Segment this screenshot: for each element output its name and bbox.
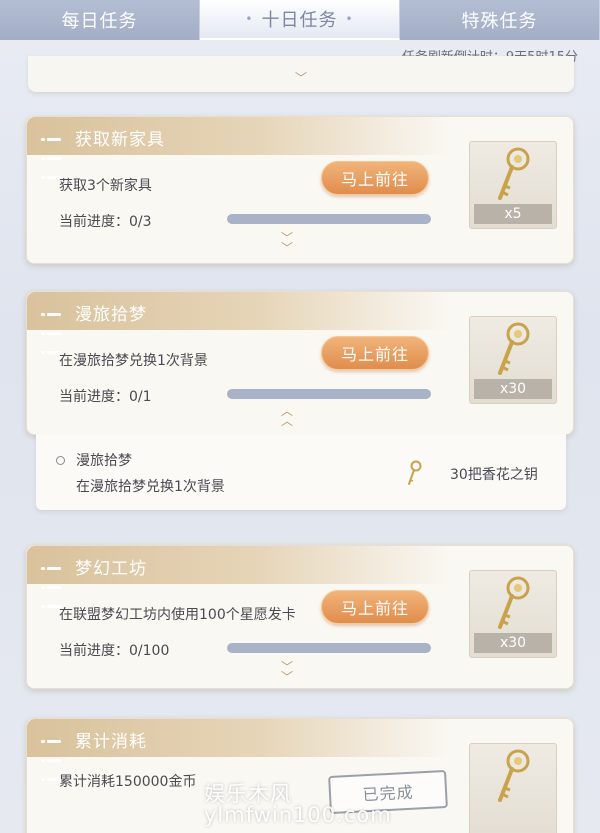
list-icon [41,558,63,608]
progress-label: 当前进度：0/3 [59,214,152,230]
reward-quantity: x30 [474,379,552,399]
task-description: 在漫旅拾梦兑换1次背景 [59,353,208,369]
progress-bar [227,643,431,653]
watermark-url: ylmfwin100.com [204,803,392,827]
list-icon [41,731,63,781]
expand-down-icon[interactable]: ﹀ ﹀ [277,661,297,683]
reward-quantity: x5 [474,204,552,224]
task-title: 获取新家具 [75,130,165,150]
collapsed-task-card[interactable]: ﹀ [28,56,574,92]
go-now-button[interactable]: 马上前往 [321,590,429,624]
go-now-button[interactable]: 马上前往 [321,336,429,370]
task-title: 梦幻工坊 [75,559,147,579]
tab-ten-day-label: 十日任务 [261,10,338,31]
task-description: 在联盟梦幻工坊内使用100个星愿发卡 [59,607,296,623]
task-description: 累计消耗150000金币 [59,774,197,790]
progress-label: 当前进度：0/100 [59,643,170,659]
tab-ten-day[interactable]: • 十日任务 • [200,0,400,40]
subtask-reward: 30把香花之钥 [450,467,538,483]
task-title: 累计消耗 [75,732,147,752]
progress-label: 当前进度：0/1 [59,389,152,405]
key-icon [498,749,530,802]
task-title: 漫旅拾梦 [75,305,147,325]
chevron-down-icon[interactable]: ﹀ [295,69,307,86]
key-icon [498,147,530,200]
task-card: 梦幻工坊 在联盟梦幻工坊内使用100个星愿发卡 当前进度：0/100 马上前往 … [26,545,574,689]
expand-down-icon[interactable]: ﹀ ﹀ [277,232,297,254]
tab-special-label: 特殊任务 [461,11,538,32]
tab-daily[interactable]: 每日任务 [0,0,200,40]
tab-daily-label: 每日任务 [61,11,138,32]
list-icon [41,129,63,179]
key-icon [498,576,530,629]
go-now-button[interactable]: 马上前往 [321,161,429,195]
key-icon [498,322,530,375]
key-icon [408,460,422,485]
reward-quantity: x30 [474,633,552,653]
reward-slot[interactable]: x30 [469,570,557,658]
subtask-description: 在漫旅拾梦兑换1次背景 [76,479,225,495]
subtask-title: 漫旅拾梦 [76,453,132,469]
progress-bar [227,389,431,399]
subtask-row: 漫旅拾梦 在漫旅拾梦兑换1次背景 30把香花之钥 [36,434,566,510]
reward-slot[interactable]: x30 [469,316,557,404]
progress-bar [227,214,431,224]
task-description: 获取3个新家具 [59,178,152,194]
task-card: 漫旅拾梦 在漫旅拾梦兑换1次背景 当前进度：0/1 马上前往 ︿ ︿ x30 [26,291,574,435]
status-circle-icon [56,456,65,465]
task-card: 获取新家具 获取3个新家具 当前进度：0/3 马上前往 ﹀ ﹀ x5 [26,116,574,264]
task-tabs: 每日任务 • 十日任务 • 特殊任务 [0,0,600,40]
reward-slot[interactable] [469,743,557,833]
list-icon [41,304,63,354]
collapse-up-icon[interactable]: ︿ ︿ [277,405,297,427]
reward-slot[interactable]: x5 [469,141,557,229]
tab-special[interactable]: 特殊任务 [400,0,600,40]
